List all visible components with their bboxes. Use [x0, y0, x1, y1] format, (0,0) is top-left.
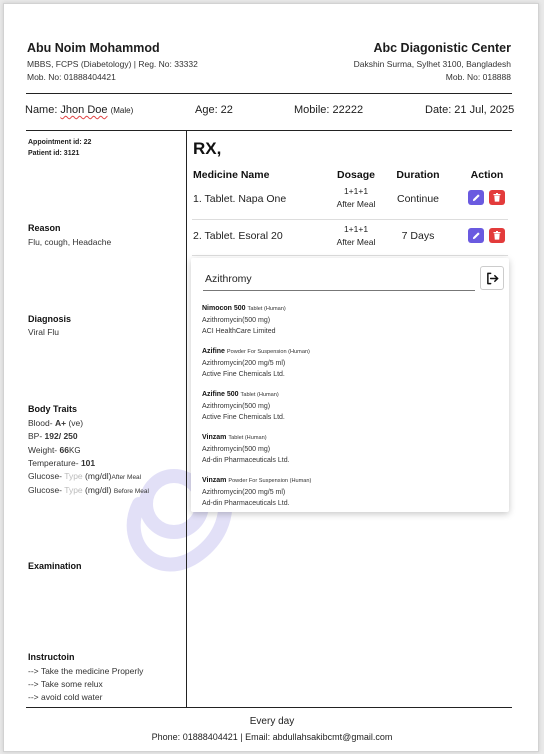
row-divider — [192, 255, 508, 256]
patient-age: 22 — [220, 104, 233, 116]
trait-bp[interactable]: BP- 192/ 250 — [28, 430, 149, 443]
doctor-degrees: MBBS, FCPS (Diabetology) | Reg. No: 3333… — [27, 59, 198, 69]
medicine-row-name: 1. Tablet. Napa One — [193, 193, 287, 205]
clinic-mobile: Mob. No: 018888 — [445, 72, 511, 82]
trait-glucose-before[interactable]: Glucose- Type (mg/dl) Before Meal — [28, 484, 149, 498]
delete-button[interactable] — [489, 228, 505, 243]
patient-name-label: Name: — [25, 104, 58, 116]
patient-divider — [26, 130, 512, 131]
appointment-id: 22 — [83, 139, 92, 146]
instruction-item: --> Take some relux — [28, 678, 103, 689]
header-duration: Duration — [396, 169, 440, 181]
instruction-item: --> avoid cold water — [28, 691, 103, 702]
patient-id-label: Patient id: — [28, 150, 62, 157]
pencil-icon — [472, 232, 480, 240]
doctor-mobile: Mob. No: 01888404421 — [27, 72, 116, 82]
patient-mobile: 22222 — [332, 104, 364, 116]
body-traits-list: Blood- A+ (ve) BP- 192/ 250 Weight- 66KG… — [28, 417, 149, 499]
date-value: 21 Jul, 2025 — [454, 104, 515, 116]
header-action: Action — [470, 169, 504, 181]
patient-id: 3121 — [63, 150, 80, 157]
reason-text[interactable]: Flu, cough, Headache — [28, 237, 111, 247]
clinic-address: Dakshin Surma, Sylhet 3100, Bangladesh — [353, 59, 511, 69]
patient-name-field: Name: Jhon Doe (Male) — [25, 104, 133, 116]
medicine-row-dosage: 1+1+1 After Meal — [336, 186, 376, 209]
trash-icon — [493, 193, 501, 202]
trait-temperature[interactable]: Temperature- 101 — [28, 457, 149, 470]
pencil-icon — [472, 194, 480, 202]
header-medicine: Medicine Name — [193, 169, 270, 181]
doctor-name: Abu Noim Mohammod — [27, 41, 160, 55]
medicine-row-duration: Continue — [396, 193, 440, 205]
search-result-item[interactable]: Vinzam Powder For Suspension (Human) Azi… — [202, 475, 311, 509]
rx-title: RX, — [193, 139, 222, 158]
trash-icon — [493, 231, 501, 240]
glucose-before-placeholder: Type — [64, 485, 83, 496]
diagnosis-text[interactable]: Viral Flu — [28, 327, 59, 337]
prescription-page: Abu Noim Mohammod MBBS, FCPS (Diabetolog… — [3, 3, 539, 752]
search-result-item[interactable]: Nimocon 500 Tablet (Human) Azithromycin(… — [202, 303, 286, 337]
search-result-item[interactable]: Vinzam Tablet (Human) Azithromycin(500 m… — [202, 432, 290, 466]
ids-block: Appointment id: 22 Patient id: 3121 — [28, 137, 91, 159]
close-search-button[interactable] — [480, 266, 504, 290]
instruction-list[interactable]: --> Take the medicine Properly --> Take … — [28, 665, 143, 703]
row-divider — [192, 219, 508, 220]
patient-name: Jhon Doe — [60, 104, 108, 116]
medicine-search-dropdown: Nimocon 500 Tablet (Human) Azithromycin(… — [191, 258, 509, 512]
footer-phone: 01888404421 — [182, 732, 238, 742]
date-label: Date: — [425, 104, 452, 116]
delete-button[interactable] — [489, 190, 505, 205]
sign-out-icon — [486, 272, 498, 284]
diagnosis-title: Diagnosis — [28, 314, 72, 324]
edit-button[interactable] — [468, 190, 484, 205]
search-result-item[interactable]: Azifine 500 Tablet (Human) Azithromycin(… — [202, 389, 285, 423]
patient-mobile-field: Mobile: 22222 — [294, 104, 363, 116]
patient-age-field: Age: 22 — [195, 104, 233, 116]
header-dosage: Dosage — [337, 169, 375, 181]
header-divider — [26, 93, 512, 94]
instruction-title: Instructoin — [28, 652, 75, 662]
trait-weight[interactable]: Weight- 66KG — [28, 444, 149, 457]
examination-title: Examination — [28, 561, 82, 571]
footer-tagline: Every day — [249, 716, 295, 727]
date-field: Date: 21 Jul, 2025 — [425, 104, 514, 116]
appointment-id-label: Appointment id: — [28, 139, 82, 146]
trait-glucose-after[interactable]: Glucose- Type (mg/dl)After Meal — [28, 470, 149, 484]
instruction-item: --> Take the medicine Properly — [28, 666, 144, 676]
medicine-search-input[interactable] — [203, 268, 475, 291]
medicine-row-name: 2. Tablet. Esoral 20 — [193, 230, 283, 242]
search-result-item[interactable]: Azifine Powder For Suspension (Human) Az… — [202, 346, 310, 380]
trait-blood[interactable]: Blood- A+ (ve) — [28, 417, 149, 430]
reason-title: Reason — [28, 223, 61, 233]
column-divider — [186, 130, 187, 707]
footer-email: abdullahsakibcmt@gmail.com — [272, 732, 393, 742]
edit-button[interactable] — [468, 228, 484, 243]
patient-gender: (Male) — [110, 106, 134, 115]
footer-divider — [26, 707, 512, 708]
medicine-row-dosage: 1+1+1 After Meal — [336, 224, 376, 247]
footer-contact: Phone: 01888404421 | Email: abdullahsaki… — [151, 732, 393, 742]
clinic-name: Abc Diagonistic Center — [373, 41, 511, 55]
glucose-after-placeholder: Type — [64, 471, 83, 482]
patient-age-label: Age: — [195, 104, 218, 116]
patient-mobile-label: Mobile: — [294, 104, 330, 116]
medicine-row-duration: 7 Days — [401, 230, 435, 242]
body-traits-title: Body Traits — [28, 404, 78, 414]
